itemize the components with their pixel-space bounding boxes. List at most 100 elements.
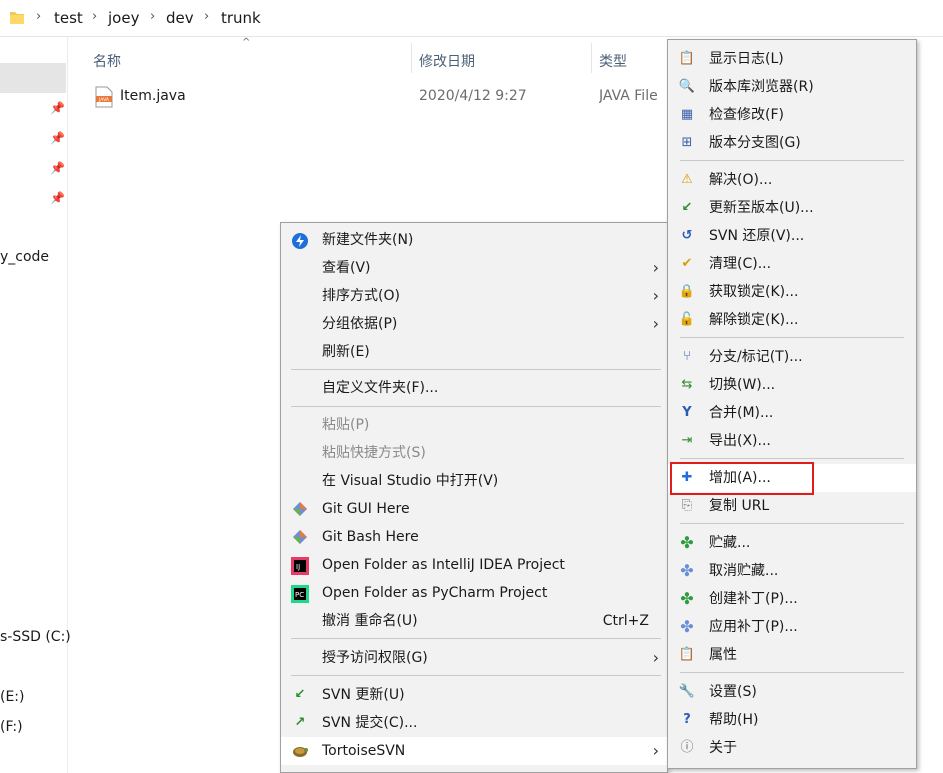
column-header-name[interactable]: 名称 xyxy=(93,51,121,71)
menu-separator xyxy=(680,458,904,459)
context-menu[interactable]: 新建文件夹(N) 查看(V) › 排序方式(O) › 分组依据(P) › 刷新(… xyxy=(280,222,668,773)
folder-icon xyxy=(10,12,24,24)
menu-item-group[interactable]: 分组依据(P) › xyxy=(281,310,667,338)
menu-item-label: 新建文件夹(N) xyxy=(322,232,414,248)
nav-selected-item[interactable] xyxy=(0,63,66,93)
menu-item-label: 关于 xyxy=(709,740,737,756)
breadcrumb-item[interactable]: trunk xyxy=(221,9,261,27)
tortoisesvn-submenu[interactable]: 📋 显示日志(L) 🔍 版本库浏览器(R) ▦ 检查修改(F) ⊞ 版本分支图(… xyxy=(667,39,917,769)
menu-item-unshelve[interactable]: ✤ 取消贮藏... xyxy=(668,557,916,585)
svn-update-icon: ↙ xyxy=(294,687,306,702)
menu-separator xyxy=(291,638,661,639)
menu-item-switch[interactable]: ⇆ 切换(W)... xyxy=(668,371,916,399)
menu-item-customize[interactable]: 自定义文件夹(F)... xyxy=(281,374,667,402)
menu-item-label: 显示日志(L) xyxy=(709,51,784,67)
column-divider[interactable] xyxy=(591,43,592,73)
menu-item-cleanup[interactable]: ✔ 清理(C)... xyxy=(668,250,916,278)
menu-item-repo-browser[interactable]: 🔍 版本库浏览器(R) xyxy=(668,73,916,101)
menu-item-view[interactable]: 查看(V) › xyxy=(281,254,667,282)
file-name: Item.java xyxy=(120,88,186,104)
revert-icon: ↺ xyxy=(681,228,693,243)
nav-item[interactable]: y_code xyxy=(0,249,49,265)
menu-item-label: 更新至版本(U)... xyxy=(709,200,814,216)
menu-separator xyxy=(680,523,904,524)
menu-item-revision-graph[interactable]: ⊞ 版本分支图(G) xyxy=(668,129,916,157)
menu-item-label: SVN 还原(V)... xyxy=(709,228,805,244)
menu-item-svn-commit[interactable]: ↗ SVN 提交(C)... xyxy=(281,709,667,737)
breadcrumb-item[interactable]: test xyxy=(54,9,83,27)
chevron-right-icon: › xyxy=(652,314,659,333)
unshelve-icon: ✤ xyxy=(680,561,694,580)
menu-item-label: 粘贴(P) xyxy=(322,417,370,433)
java-icon-label: JAVA xyxy=(98,97,110,103)
nav-item-drive-c[interactable]: s-SSD (C:) xyxy=(0,629,71,645)
copy-url-icon: ⎘ xyxy=(681,498,693,513)
update-revision-icon: ↙ xyxy=(681,200,693,215)
menu-item-branch-tag[interactable]: ⑂ 分支/标记(T)... xyxy=(668,343,916,371)
menu-item-show-log[interactable]: 📋 显示日志(L) xyxy=(668,45,916,73)
menu-item-update-to-revision[interactable]: ↙ 更新至版本(U)... xyxy=(668,194,916,222)
breadcrumb-item[interactable]: dev xyxy=(166,9,194,27)
chevron-right-icon: › xyxy=(652,741,659,760)
menu-item-label: 创建补丁(P)... xyxy=(709,591,798,607)
menu-item-label: 导出(X)... xyxy=(709,433,771,449)
menu-item-label: 自定义文件夹(F)... xyxy=(322,380,439,396)
menu-item-merge[interactable]: Y 合并(M)... xyxy=(668,399,916,427)
about-icon: ⓘ xyxy=(680,740,694,755)
menu-shortcut: Ctrl+Z xyxy=(602,613,649,629)
settings-icon: 🔧 xyxy=(678,684,696,699)
menu-item-git-gui[interactable]: Git GUI Here xyxy=(281,495,667,523)
menu-item-about[interactable]: ⓘ 关于 xyxy=(668,734,916,762)
repo-browser-icon: 🔍 xyxy=(678,79,696,94)
menu-item-label: 撤消 重命名(U) xyxy=(322,613,418,629)
menu-item-get-lock[interactable]: 🔒 获取锁定(K)... xyxy=(668,278,916,306)
menu-item-grant-access[interactable]: 授予访问权限(G) › xyxy=(281,644,667,672)
pin-icon: 📌 xyxy=(50,131,65,145)
menu-item-apply-patch[interactable]: ✤ 应用补丁(P)... xyxy=(668,613,916,641)
column-header-date[interactable]: 修改日期 xyxy=(419,51,475,71)
menu-item-copy-url[interactable]: ⎘ 复制 URL xyxy=(668,492,916,520)
menu-item-export[interactable]: ⇥ 导出(X)... xyxy=(668,427,916,455)
menu-item-undo[interactable]: 撤消 重命名(U) Ctrl+Z xyxy=(281,607,667,635)
highlight-box xyxy=(670,462,814,495)
menu-item-open-vs[interactable]: 在 Visual Studio 中打开(V) xyxy=(281,467,667,495)
menu-item-svn-update[interactable]: ↙ SVN 更新(U) xyxy=(281,681,667,709)
menu-item-pycharm[interactable]: PC Open Folder as PyCharm Project xyxy=(281,579,667,607)
navigation-pane[interactable]: 📌 📌 📌 📌 y_code s-SSD (C:) (E:) (F:) xyxy=(0,37,71,773)
menu-item-label: 贮藏... xyxy=(709,535,751,551)
nav-item-drive-e[interactable]: (E:) xyxy=(0,689,25,705)
menu-item-resolve[interactable]: ⚠ 解决(O)... xyxy=(668,166,916,194)
menu-item-label: 解除锁定(K)... xyxy=(709,312,799,328)
chevron-right-icon: › xyxy=(652,648,659,667)
svn-commit-icon: ↗ xyxy=(294,715,306,730)
menu-item-label: 查看(V) xyxy=(322,260,371,276)
menu-item-paste: 粘贴(P) xyxy=(281,411,667,439)
menu-item-create-patch[interactable]: ✤ 创建补丁(P)... xyxy=(668,585,916,613)
menu-item-tortoisesvn[interactable]: TortoiseSVN › xyxy=(281,737,667,765)
menu-item-shelve[interactable]: ✤ 贮藏... xyxy=(668,529,916,557)
menu-item-check-modifications[interactable]: ▦ 检查修改(F) xyxy=(668,101,916,129)
menu-item-label: 分组依据(P) xyxy=(322,316,398,332)
menu-item-help[interactable]: ? 帮助(H) xyxy=(668,706,916,734)
menu-item-refresh[interactable]: 刷新(E) xyxy=(281,338,667,366)
menu-item-label: 合并(M)... xyxy=(709,405,774,421)
column-divider[interactable] xyxy=(411,43,412,73)
menu-item-label: 设置(S) xyxy=(709,684,757,700)
menu-item-revert[interactable]: ↺ SVN 还原(V)... xyxy=(668,222,916,250)
address-bar[interactable]: › test › joey › dev › trunk xyxy=(0,0,943,37)
menu-item-intellij[interactable]: IJ Open Folder as IntelliJ IDEA Project xyxy=(281,551,667,579)
menu-item-properties[interactable]: 📋 属性 xyxy=(668,641,916,669)
menu-item-sort[interactable]: 排序方式(O) › xyxy=(281,282,667,310)
menu-item-release-lock[interactable]: 🔓 解除锁定(K)... xyxy=(668,306,916,334)
column-header-type[interactable]: 类型 xyxy=(599,51,627,71)
menu-separator xyxy=(291,675,661,676)
menu-item-label: 在 Visual Studio 中打开(V) xyxy=(322,473,499,489)
nav-item-drive-f[interactable]: (F:) xyxy=(0,719,23,735)
menu-item-new-folder[interactable]: 新建文件夹(N) xyxy=(281,226,667,254)
menu-item-label: Open Folder as PyCharm Project xyxy=(322,585,548,601)
breadcrumb-item[interactable]: joey xyxy=(108,9,139,27)
file-row[interactable]: JAVA Item.java 2020/4/12 9:27 JAVA File xyxy=(93,86,668,110)
unlock-icon: 🔓 xyxy=(678,312,696,327)
menu-item-settings[interactable]: 🔧 设置(S) xyxy=(668,678,916,706)
menu-item-git-bash[interactable]: Git Bash Here xyxy=(281,523,667,551)
